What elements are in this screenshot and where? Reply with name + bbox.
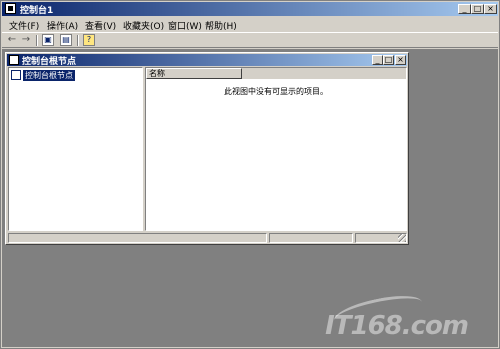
maximize-button[interactable]: □ bbox=[471, 4, 484, 14]
console-app-icon[interactable] bbox=[5, 3, 16, 14]
child-window-title: 控制台根节点 bbox=[22, 57, 77, 67]
folder-icon bbox=[11, 70, 21, 80]
close-button[interactable]: × bbox=[484, 4, 497, 14]
column-header-name[interactable]: 名称 bbox=[146, 68, 242, 79]
child-title-bar[interactable]: 控制台根节点 _ □ × bbox=[7, 54, 407, 67]
menu-help[interactable]: 帮助(H) bbox=[205, 19, 237, 32]
menu-view[interactable]: 查看(V) bbox=[85, 19, 116, 32]
status-panel bbox=[269, 233, 353, 243]
child-close-button[interactable]: × bbox=[395, 55, 406, 65]
window-title: 控制台1 bbox=[20, 6, 54, 16]
resize-grip[interactable] bbox=[398, 234, 406, 242]
list-pane[interactable]: 名称 此视图中没有可显示的项目。 bbox=[145, 67, 407, 231]
help-icon[interactable]: ? bbox=[83, 34, 95, 46]
minimize-button[interactable]: _ bbox=[458, 4, 471, 14]
mdi-client-area: 控制台根节点 _ □ × 控制台根节点 名称 此视图中没有可显示的项目。 IT1… bbox=[2, 49, 498, 347]
tree-item-label: 控制台根节点 bbox=[23, 70, 75, 81]
toolbar-separator bbox=[36, 35, 38, 46]
forward-arrow-icon[interactable]: → bbox=[21, 34, 31, 46]
toolbar: ← → ▣ ▤ ? bbox=[2, 32, 498, 48]
menu-file[interactable]: 文件(F) bbox=[9, 19, 39, 32]
mmc-window: 控制台1 _ □ × 文件(F) 操作(A) 查看(V) 收藏夹(O) 窗口(W… bbox=[0, 0, 500, 349]
status-panel bbox=[8, 233, 267, 243]
show-hide-tree-icon[interactable]: ▣ bbox=[42, 34, 54, 46]
watermark-logo: IT168.com bbox=[325, 289, 469, 341]
toolbar-separator bbox=[77, 35, 79, 46]
export-list-icon[interactable]: ▤ bbox=[60, 34, 72, 46]
empty-list-message: 此视图中没有可显示的项目。 bbox=[224, 87, 328, 96]
menu-bar: 文件(F) 操作(A) 查看(V) 收藏夹(O) 窗口(W) 帮助(H) bbox=[2, 17, 498, 32]
list-header: 名称 bbox=[146, 68, 406, 79]
child-maximize-button[interactable]: □ bbox=[383, 55, 394, 65]
tree-pane[interactable]: 控制台根节点 bbox=[8, 67, 143, 231]
title-bar[interactable]: 控制台1 _ □ × bbox=[2, 2, 498, 16]
folder-icon[interactable] bbox=[9, 55, 19, 65]
console-root-window: 控制台根节点 _ □ × 控制台根节点 名称 此视图中没有可显示的项目。 bbox=[5, 52, 409, 245]
child-minimize-button[interactable]: _ bbox=[372, 55, 383, 65]
menu-favorites[interactable]: 收藏夹(O) bbox=[123, 19, 164, 32]
menu-action[interactable]: 操作(A) bbox=[47, 19, 78, 32]
menu-window[interactable]: 窗口(W) bbox=[168, 19, 202, 32]
back-arrow-icon[interactable]: ← bbox=[7, 34, 17, 46]
status-bar bbox=[8, 233, 407, 243]
